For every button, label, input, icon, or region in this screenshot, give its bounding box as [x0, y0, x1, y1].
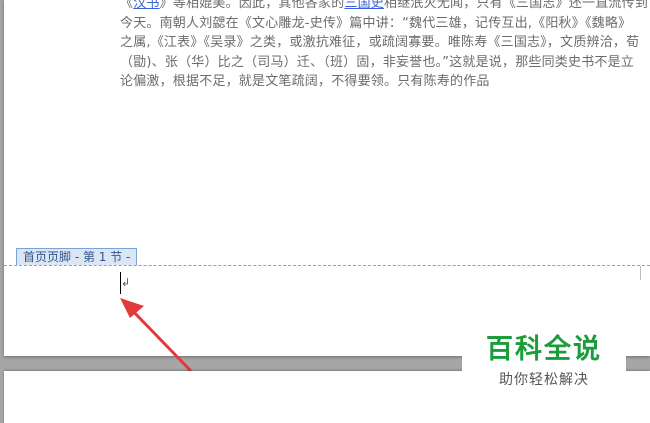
footer-section-tab: 首页页脚 - 第 1 节 - [16, 248, 138, 265]
footer-divider [4, 265, 650, 266]
watermark-title: 百科全说 [486, 334, 602, 365]
text-segment: 相继泯灭无闻，只有《三国志》还一直流传到 [384, 0, 648, 11]
watermark-subtitle: 助你轻松解决 [499, 372, 589, 388]
text-segment: 《 [120, 0, 134, 11]
text-line-5: 论偏激，根据不足，就是文笔疏阔，不得要领。只有陈寿的作品 [120, 74, 490, 90]
text-line-2: 今天。南朝人刘勰在《文心雕龙-史传》篇中讲：“魏代三雄，记传互出,《阳秋》《魏略… [120, 15, 632, 31]
document-page[interactable]: 《汉书》等相媲美。因此，其他各家的三国史相继泯灭无闻，只有《三国志》还一直流传到… [4, 0, 650, 372]
document-workspace: 《汉书》等相媲美。因此，其他各家的三国史相继泯灭无闻，只有《三国志》还一直流传到… [0, 0, 650, 423]
text-line-3: 之属,《江表》《吴录》之类，或激抗难征，或疏阔寡要。唯陈寿《三国志》，文质辨洽，… [120, 35, 640, 51]
text-segment: 》等相媲美。因此，其他各家的 [159, 0, 345, 11]
red-arrow-icon [120, 298, 192, 372]
body-text[interactable]: 《汉书》等相媲美。因此，其他各家的三国史相继泯灭无闻，只有《三国志》还一直流传到… [120, 0, 648, 92]
paragraph-mark-icon: ↲ [121, 276, 131, 289]
hyperlink-sanguoshi[interactable]: 三国史 [344, 0, 384, 11]
text-line-4: （勖)、张（华）比之（司马）迁、（班）固，非妄誉也。”这就是说，那些同类史书不是… [120, 54, 635, 70]
text-line-1: 《汉书》等相媲美。因此，其他各家的三国史相继泯灭无闻，只有《三国志》还一直流传到 [120, 0, 648, 14]
watermark-logo: 百科全说 助你轻松解决 [462, 326, 626, 398]
hyperlink-hanshu[interactable]: 汉书 [133, 0, 159, 11]
margin-marker [640, 266, 641, 280]
